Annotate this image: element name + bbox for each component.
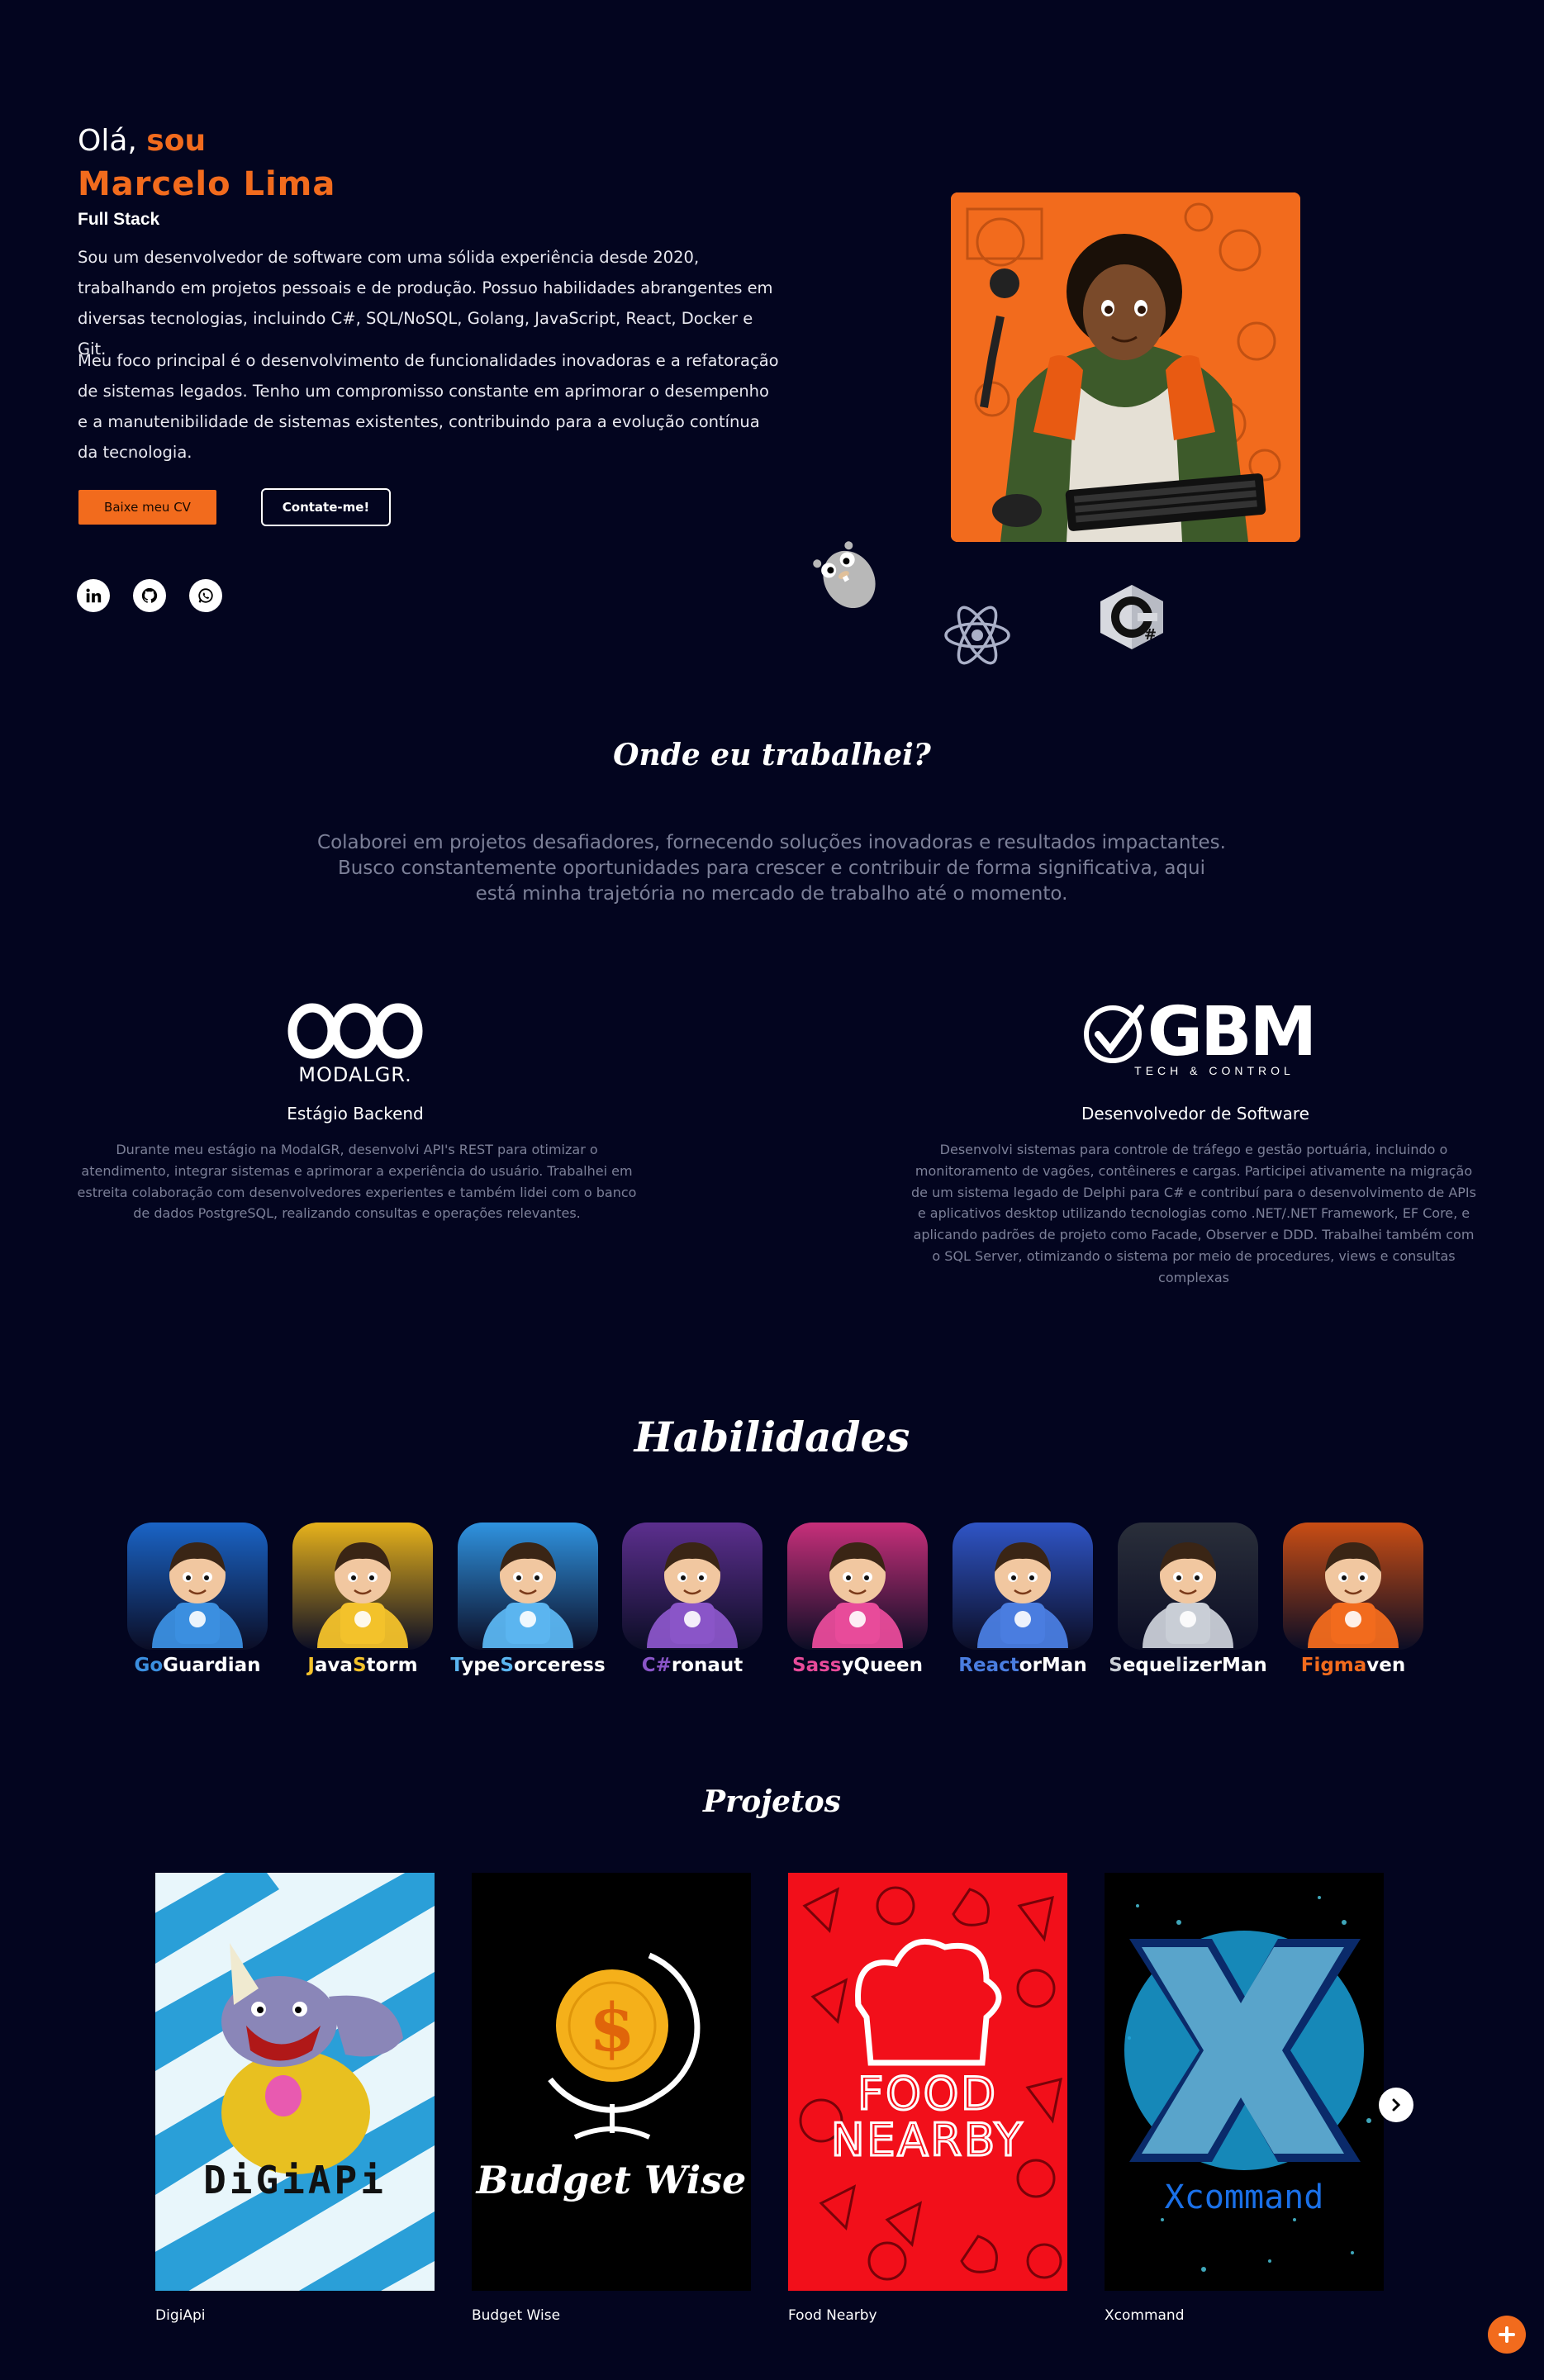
skill-name-part: ype — [461, 1655, 501, 1676]
whatsapp-icon[interactable] — [189, 579, 222, 612]
gbm-logo-text: GBM — [1147, 993, 1317, 1071]
skill-name-part: orMan — [1019, 1655, 1087, 1676]
skill-name-part: S — [1109, 1655, 1123, 1676]
skill-name-part: Sass — [792, 1655, 842, 1676]
project-card-xcommand[interactable]: Xcommand Xcommand — [1105, 1873, 1384, 2324]
skill-avatar — [127, 1523, 268, 1650]
chevron-right-icon[interactable] — [1379, 2088, 1413, 2122]
job-title-modalgr: Estágio Backend — [287, 1104, 424, 1123]
projects-section-title: Projetos — [703, 1784, 841, 1819]
skill-name-part: J — [307, 1655, 315, 1676]
project-cover-text-xcommand: Xcommand — [1164, 2178, 1324, 2216]
svg-text:#: # — [1144, 626, 1157, 644]
gbm-logo-subtext: TECH & CONTROL — [1134, 1064, 1295, 1077]
skill-name: Figmaven — [1301, 1655, 1406, 1676]
greeting-accent: sou — [146, 124, 207, 158]
work-section-title: Onde eu trabalhei? — [613, 738, 931, 772]
skill-card[interactable]: JavaStorm — [292, 1523, 434, 1676]
project-card-budget-wise[interactable]: $ Budget Wise Budget Wise — [472, 1873, 751, 2324]
golang-gopher-icon — [810, 537, 886, 616]
skill-name: TypeSorceress — [450, 1655, 605, 1676]
plus-icon[interactable] — [1488, 2316, 1526, 2354]
hero-role: Full Stack — [78, 210, 160, 229]
job-description-gbm: Desenvolvi sistemas para controle de trá… — [911, 1142, 1476, 1285]
skill-name-part: ven — [1366, 1655, 1406, 1676]
modalgr-logo-text: MODALGR. — [298, 1063, 412, 1086]
skill-name-part: Go — [134, 1655, 164, 1676]
skill-name-part: C# — [641, 1655, 672, 1676]
greeting-text: Olá, — [78, 124, 147, 158]
github-icon[interactable] — [133, 579, 166, 612]
csharp-icon: # — [1095, 582, 1169, 653]
skill-name-part: yQueen — [841, 1655, 923, 1676]
project-cover-xcommand[interactable]: Xcommand — [1105, 1873, 1384, 2291]
project-name-budget-wise: Budget Wise — [472, 2307, 561, 2324]
react-icon — [942, 602, 1013, 668]
contact-button[interactable]: Contate-me! — [261, 488, 391, 526]
project-cover-text-digiapi: DiGiAPi — [203, 2158, 387, 2202]
work-section-description: Colaborei em projetos desafiadores, forn… — [317, 832, 1226, 905]
skill-card[interactable]: TypeSorceress — [450, 1523, 606, 1676]
hero-paragraph-2: Meu foco principal é o desenvolvimento d… — [78, 351, 779, 462]
skill-name: JavaStorm — [307, 1655, 417, 1676]
skill-card[interactable]: SassyQueen — [786, 1523, 929, 1676]
project-cover-digiapi[interactable]: DiGiAPi — [155, 1873, 435, 2291]
profile-portrait — [951, 192, 1300, 542]
skill-avatar — [1283, 1523, 1423, 1650]
skill-name: ReactorMan — [958, 1655, 1086, 1676]
skill-name-part: S — [500, 1655, 514, 1676]
skill-avatar — [458, 1523, 598, 1650]
skill-name-part: ava — [314, 1655, 353, 1676]
skill-card[interactable]: ReactorMan — [952, 1523, 1094, 1676]
skill-name: SequelizerMan — [1109, 1655, 1267, 1676]
skill-name-part: l — [1175, 1655, 1182, 1676]
project-name-xcommand: Xcommand — [1105, 2307, 1185, 2324]
modalgr-logo: MODALGR. — [281, 1000, 430, 1090]
project-name-digiapi: DigiApi — [155, 2307, 206, 2324]
skill-avatar — [953, 1523, 1093, 1650]
skill-card[interactable]: C#ronaut — [621, 1523, 763, 1676]
skill-name: SassyQueen — [792, 1655, 923, 1676]
project-card-food-nearby[interactable]: FOOD NEARBY Food Nearby — [788, 1873, 1067, 2324]
skill-name: C#ronaut — [642, 1655, 743, 1676]
hero-name: Marcelo Lima — [78, 165, 336, 203]
skill-name-part: izerMan — [1181, 1655, 1267, 1676]
skill-name-part: ronaut — [671, 1655, 743, 1676]
project-card-digiapi[interactable]: DiGiAPi DigiApi — [155, 1873, 435, 2324]
project-name-food-nearby: Food Nearby — [788, 2307, 877, 2324]
job-description-modalgr: Durante meu estágio na ModalGR, desenvol… — [77, 1142, 637, 1222]
skill-name-part: S — [352, 1655, 367, 1676]
linkedin-icon[interactable] — [77, 579, 110, 612]
project-cover-text-nearby: NEARBY — [829, 2114, 1025, 2166]
project-cover-food-nearby[interactable]: FOOD NEARBY — [788, 1873, 1067, 2291]
skill-card[interactable]: GoGuardian — [126, 1523, 268, 1676]
skill-avatar — [622, 1523, 762, 1650]
skill-name-part: orceress — [513, 1655, 606, 1676]
download-cv-button[interactable]: Baixe meu CV — [78, 490, 216, 525]
skill-name-part: T — [450, 1655, 462, 1676]
skill-avatar — [292, 1523, 433, 1650]
skill-name-part: React — [958, 1655, 1019, 1676]
project-cover-text-budget-wise: Budget Wise — [476, 2158, 747, 2202]
project-cover-text-food: FOOD — [857, 2068, 998, 2120]
skill-avatar — [787, 1523, 928, 1650]
project-cover-budget-wise[interactable]: $ Budget Wise — [472, 1873, 751, 2291]
skill-avatar — [1118, 1523, 1258, 1650]
svg-text:$: $ — [589, 1988, 635, 2066]
skill-name-part: Figma — [1300, 1655, 1367, 1676]
skill-card[interactable]: Figmaven — [1282, 1523, 1424, 1676]
greeting: Olá, sou — [78, 124, 206, 158]
job-title-gbm: Desenvolvedor de Software — [1081, 1104, 1309, 1123]
skill-name-part: eque — [1122, 1655, 1176, 1676]
gbm-logo: GBM TECH & CONTROL — [1074, 993, 1322, 1090]
skills-section-title: Habilidades — [634, 1413, 910, 1461]
skill-name: GoGuardian — [134, 1655, 260, 1676]
skill-card[interactable]: SequelizerMan — [1109, 1523, 1267, 1676]
skill-name-part: Guardian — [163, 1655, 261, 1676]
skill-name-part: torm — [366, 1655, 418, 1676]
